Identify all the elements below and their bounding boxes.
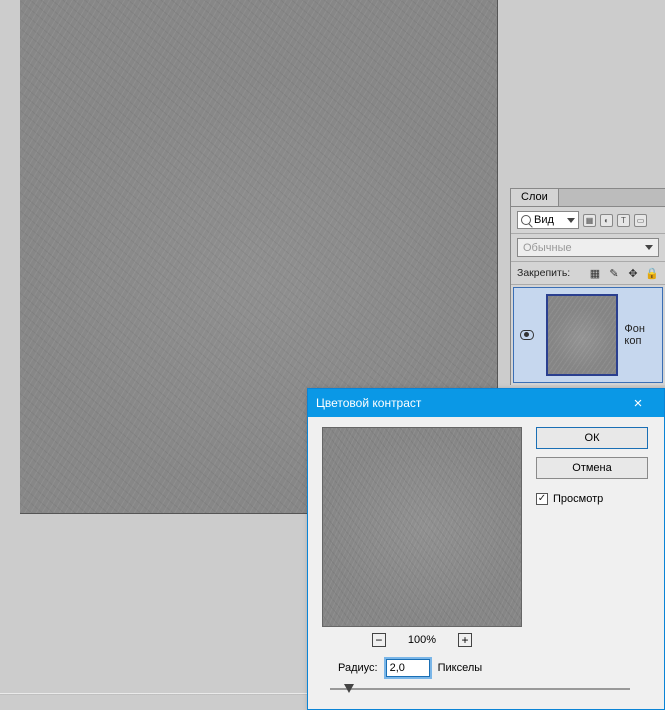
preview-checkbox-label: Просмотр — [553, 493, 603, 505]
checkbox-checked-icon[interactable] — [536, 493, 548, 505]
filter-pixel-icon[interactable]: ▦ — [583, 214, 596, 227]
layer-filter-row: Вид ▦ ◐ T ▭ — [511, 207, 665, 234]
blend-mode-row: Обычные — [511, 234, 665, 262]
layer-thumbnail[interactable] — [546, 294, 618, 376]
radius-label: Радиус: — [338, 662, 378, 674]
zoom-in-button[interactable]: + — [458, 633, 472, 647]
blend-mode-select[interactable]: Обычные — [517, 238, 659, 257]
zoom-out-button[interactable]: − — [372, 633, 386, 647]
radius-input[interactable] — [386, 659, 430, 677]
filter-adjust-icon[interactable]: ◐ — [600, 214, 613, 227]
filter-shape-icon[interactable]: ▭ — [634, 214, 647, 227]
ok-button[interactable]: ОК — [536, 427, 648, 449]
tab-layers[interactable]: Слои — [511, 189, 559, 206]
visibility-eye-icon[interactable] — [520, 330, 534, 340]
lock-position-icon[interactable]: ✥ — [626, 266, 640, 280]
dialog-titlebar[interactable]: Цветовой контраст × — [308, 389, 664, 417]
lock-row: Закрепить: ▦ ✎ ✥ 🔒 — [511, 262, 665, 285]
lock-label: Закрепить: — [517, 267, 570, 279]
close-button[interactable]: × — [620, 389, 656, 417]
radius-slider[interactable] — [330, 683, 630, 695]
lock-pixels-icon[interactable]: ✎ — [607, 266, 621, 280]
layer-filter-label: Вид — [534, 214, 554, 226]
zoom-level: 100% — [408, 634, 436, 646]
chevron-down-icon — [567, 218, 575, 223]
cancel-button[interactable]: Отмена — [536, 457, 648, 479]
layer-name[interactable]: Фон коп — [624, 323, 662, 347]
dialog-title: Цветовой контраст — [316, 396, 421, 410]
slider-track — [330, 688, 630, 690]
layers-panel: Слои Вид ▦ ◐ T ▭ Обычные Закрепить: ▦ ✎ … — [510, 188, 665, 385]
layer-filter-select[interactable]: Вид — [517, 211, 579, 229]
high-pass-dialog: Цветовой контраст × − 100% + ОК Отмена П… — [307, 388, 665, 710]
filter-type-icon[interactable]: T — [617, 214, 630, 227]
layers-list: Фон коп — [511, 287, 665, 383]
layer-filter-buttons: ▦ ◐ T ▭ — [583, 214, 647, 227]
search-icon — [521, 215, 531, 225]
slider-thumb[interactable] — [344, 684, 354, 693]
filter-preview[interactable] — [322, 427, 522, 627]
lock-all-icon[interactable]: 🔒 — [645, 266, 659, 280]
preview-checkbox-row[interactable]: Просмотр — [536, 493, 648, 505]
lock-transparent-icon[interactable]: ▦ — [588, 266, 602, 280]
chevron-down-icon — [645, 245, 653, 250]
radius-units: Пикселы — [438, 662, 483, 674]
layer-row[interactable]: Фон коп — [513, 287, 663, 383]
panel-tabs: Слои — [511, 189, 665, 207]
blend-mode-value: Обычные — [523, 242, 572, 254]
